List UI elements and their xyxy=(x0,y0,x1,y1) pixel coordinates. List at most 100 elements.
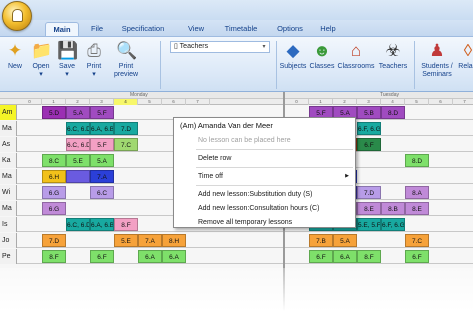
classes-icon: ☻ xyxy=(313,41,331,60)
teacher-name[interactable]: As xyxy=(0,137,17,152)
teacher-name[interactable]: Am xyxy=(0,105,17,120)
lesson-card[interactable]: 7.D xyxy=(114,122,138,135)
open-button[interactable]: 📁 Open ▾ xyxy=(28,41,54,79)
lesson-card[interactable]: 8.D xyxy=(381,106,405,119)
menu-item-delete-row[interactable]: Delete row xyxy=(174,151,355,166)
lesson-card[interactable]: 7.D xyxy=(42,234,66,247)
lesson-card[interactable]: 8.E xyxy=(357,202,381,215)
teacher-name[interactable]: Pe xyxy=(0,249,17,264)
lesson-card[interactable]: 8.A xyxy=(405,186,429,199)
lesson-card[interactable]: 6.C, 6.D xyxy=(66,138,90,151)
lesson-card[interactable]: 6.H xyxy=(42,170,66,183)
lesson-card[interactable]: 6.C, 6.D xyxy=(66,122,90,135)
lesson-card[interactable]: 5.D xyxy=(42,106,66,119)
lesson-card[interactable]: 6.C, 6.D xyxy=(66,218,90,231)
lesson-card[interactable]: 8.F xyxy=(357,250,381,263)
lesson-card[interactable]: 6.F xyxy=(309,250,333,263)
classrooms-icon: ⌂ xyxy=(350,41,362,60)
lesson-card[interactable]: 6.F, 6.G xyxy=(357,122,381,135)
save-button[interactable]: 💾 Save ▾ xyxy=(54,41,80,79)
ribbon-toolbar: ✦ New 📁 Open ▾ 💾 Save ▾ ⎙ Print ▾ 🔍 Print previe… xyxy=(0,36,473,92)
lesson-card[interactable]: 8.F xyxy=(42,250,66,263)
lesson-card[interactable]: 8.B xyxy=(381,202,405,215)
lesson-card[interactable]: 7.A xyxy=(90,170,114,183)
day-monday: Monday xyxy=(130,92,148,98)
tab-file[interactable]: File xyxy=(86,22,108,36)
lesson-card[interactable]: 6.F xyxy=(357,138,381,151)
lesson-card[interactable] xyxy=(66,170,90,183)
lesson-card[interactable]: 6.F xyxy=(405,250,429,263)
lesson-card[interactable]: 8.E xyxy=(405,202,429,215)
lesson-card[interactable]: 6.F, 6.G xyxy=(381,218,405,231)
lesson-card[interactable]: 5.E xyxy=(66,154,90,167)
day-tuesday: Tuesday xyxy=(380,92,399,98)
lesson-card[interactable]: 6.A xyxy=(162,250,186,263)
students-seminars-button[interactable]: ♟ Students / Seminars xyxy=(416,41,458,79)
lesson-card[interactable]: 7.D xyxy=(357,186,381,199)
tab-main[interactable]: Main xyxy=(45,22,79,36)
lesson-card[interactable]: 6.A, 6.B xyxy=(90,218,114,231)
ribbon-separator xyxy=(414,41,415,89)
lesson-card[interactable]: 5.F xyxy=(90,106,114,119)
application-menu-button[interactable] xyxy=(2,1,32,31)
classrooms-button[interactable]: ⌂ Classrooms xyxy=(336,41,376,71)
tab-options[interactable]: Options xyxy=(274,22,306,36)
lesson-card[interactable]: 6.A, 6.B xyxy=(90,122,114,135)
lesson-card[interactable]: 8.F xyxy=(114,218,138,231)
lesson-card[interactable]: 5.E xyxy=(114,234,138,247)
students-icon: ♟ xyxy=(429,41,445,60)
print-preview-icon: 🔍 xyxy=(116,41,138,60)
teachers-button[interactable]: ☣ Teachers xyxy=(376,41,410,71)
teacher-name[interactable]: Is xyxy=(0,217,17,232)
lesson-card[interactable]: 6.G xyxy=(42,186,66,199)
lesson-card[interactable]: 6.A xyxy=(138,250,162,263)
tab-specification[interactable]: Specification xyxy=(116,22,170,36)
menu-item-remove-temporary[interactable]: Remove all temporary lessons xyxy=(174,215,355,230)
teacher-name[interactable]: Ma xyxy=(0,169,17,184)
folder-icon: 📁 xyxy=(31,41,53,60)
context-menu: (Am) Amanda Van der Meer No lesson can b… xyxy=(173,117,356,228)
new-button[interactable]: ✦ New xyxy=(2,41,28,71)
lesson-card[interactable]: 6.A xyxy=(333,250,357,263)
teacher-name[interactable]: Wi xyxy=(0,185,17,200)
relations-button[interactable]: ◊ Rela xyxy=(458,41,473,71)
lesson-card[interactable]: 5.A xyxy=(333,234,357,247)
chevron-down-icon: ▾ xyxy=(262,44,266,50)
lesson-card[interactable]: 7.C xyxy=(405,234,429,247)
tab-timetable[interactable]: Timetable xyxy=(220,22,262,36)
menu-separator xyxy=(196,149,353,150)
lesson-card[interactable]: 6.C xyxy=(90,186,114,199)
view-type-combo[interactable]: ▯ Teachers ▾ xyxy=(170,41,270,53)
teacher-row[interactable]: Pe 8.F 6.F 6.A 6.A 6.F 6.A 8.F 6.F xyxy=(0,249,473,264)
lesson-card[interactable]: 5.A xyxy=(90,154,114,167)
teacher-name[interactable]: Ka xyxy=(0,153,17,168)
lesson-card[interactable]: 5.A xyxy=(66,106,90,119)
lesson-card[interactable]: 7.A xyxy=(138,234,162,247)
document-icon xyxy=(12,9,23,22)
menu-item-add-consultation[interactable]: Add new lesson:Consultation hours (C) xyxy=(174,201,355,216)
relations-icon: ◊ xyxy=(463,41,473,60)
teacher-row[interactable]: Jo 7.D 5.E 7.A 8.H 7.B 5.A 7.C xyxy=(0,233,473,248)
lesson-card[interactable]: 7.C xyxy=(114,138,138,151)
menu-item-time-off[interactable]: Time off ▶ xyxy=(174,169,355,184)
lesson-card[interactable]: 5.B xyxy=(357,106,381,119)
lesson-card[interactable]: 8.C xyxy=(42,154,66,167)
title-bar xyxy=(0,0,473,20)
lesson-card[interactable]: 5.F xyxy=(90,138,114,151)
lesson-card[interactable]: 6.G xyxy=(42,202,66,215)
print-button[interactable]: ⎙ Print ▾ xyxy=(80,41,108,79)
lesson-card[interactable]: 8.H xyxy=(162,234,186,247)
menu-item-add-substitution[interactable]: Add new lesson:Substitution duty (S) xyxy=(174,187,355,202)
lesson-card[interactable]: 8.D xyxy=(405,154,429,167)
lesson-card[interactable]: 5.E, 5.F xyxy=(357,218,381,231)
lesson-card[interactable]: 7.B xyxy=(309,234,333,247)
print-preview-button[interactable]: 🔍 Print preview xyxy=(108,41,144,79)
tab-help[interactable]: Help xyxy=(317,22,339,36)
subjects-button[interactable]: ◆ Subjects xyxy=(278,41,308,71)
classes-button[interactable]: ☻ Classes xyxy=(308,41,336,71)
tab-view[interactable]: View xyxy=(184,22,208,36)
lesson-card[interactable]: 6.F xyxy=(90,250,114,263)
teacher-name[interactable]: Ma xyxy=(0,201,17,216)
teacher-name[interactable]: Ma xyxy=(0,121,17,136)
teacher-name[interactable]: Jo xyxy=(0,233,17,248)
